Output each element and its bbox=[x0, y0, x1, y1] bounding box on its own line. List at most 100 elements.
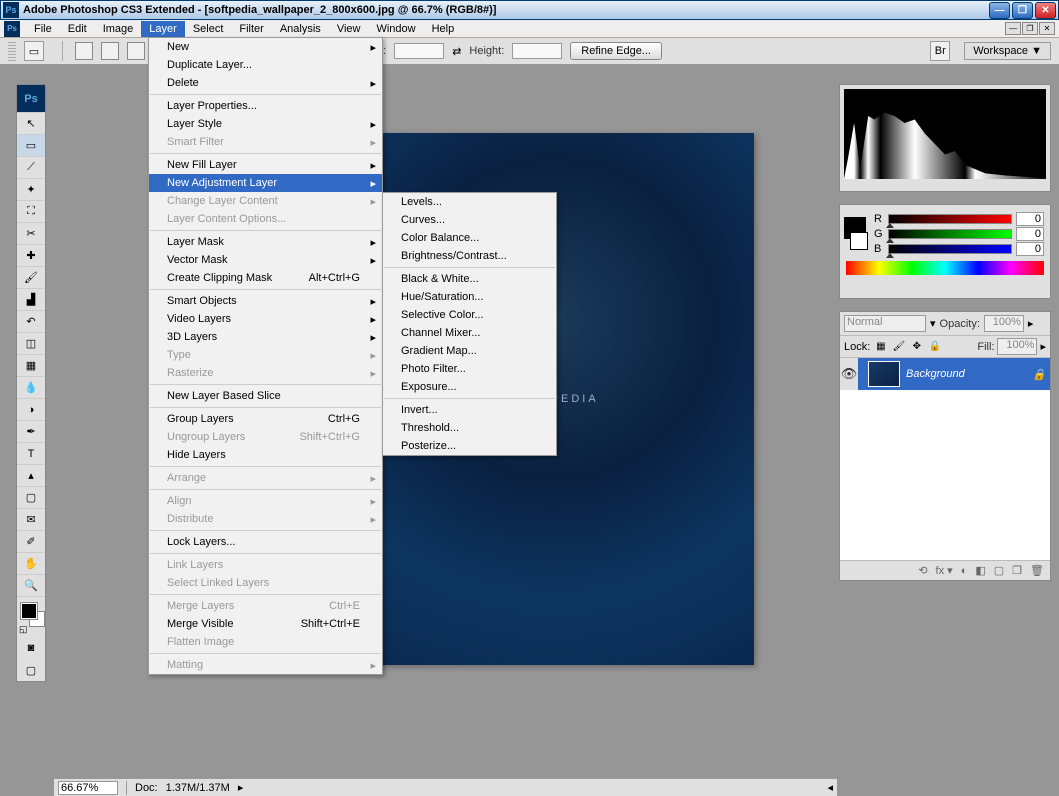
submenuitem-invert-[interactable]: Invert... bbox=[383, 401, 556, 419]
menuitem-layer-style[interactable]: Layer Style▸ bbox=[149, 115, 382, 133]
color-spectrum[interactable] bbox=[846, 261, 1044, 275]
menu-image[interactable]: Image bbox=[95, 21, 142, 37]
menuitem-duplicate-layer-[interactable]: Duplicate Layer... bbox=[149, 56, 382, 74]
menu-edit[interactable]: Edit bbox=[60, 21, 95, 37]
submenuitem-levels-[interactable]: Levels... bbox=[383, 193, 556, 211]
width-input[interactable] bbox=[394, 43, 444, 59]
fill-arrow-icon[interactable]: ▸ bbox=[1040, 340, 1046, 353]
magic-wand-tool[interactable]: ✦ bbox=[17, 179, 45, 201]
add-selection-icon[interactable] bbox=[101, 42, 119, 60]
submenuitem-photo-filter-[interactable]: Photo Filter... bbox=[383, 360, 556, 378]
opacity-arrow-icon[interactable]: ▸ bbox=[1028, 317, 1034, 330]
fill-input[interactable]: 100% bbox=[997, 338, 1037, 355]
zoom-tool[interactable]: 🔍 bbox=[17, 575, 45, 597]
close-button[interactable]: ✕ bbox=[1035, 2, 1056, 19]
submenuitem-threshold-[interactable]: Threshold... bbox=[383, 419, 556, 437]
doc-close[interactable]: ✕ bbox=[1039, 22, 1055, 35]
menuitem--d-layers[interactable]: 3D Layers▸ bbox=[149, 328, 382, 346]
channel-value-g[interactable]: 0 bbox=[1016, 227, 1044, 241]
current-tool-icon[interactable]: ▭ bbox=[24, 41, 44, 61]
expand-icon[interactable]: ▾ bbox=[930, 317, 936, 330]
menuitem-delete[interactable]: Delete▸ bbox=[149, 74, 382, 92]
scroll-left-icon[interactable]: ◂ bbox=[827, 781, 833, 794]
menuitem-layer-mask[interactable]: Layer Mask▸ bbox=[149, 233, 382, 251]
menuitem-lock-layers-[interactable]: Lock Layers... bbox=[149, 533, 382, 551]
height-input[interactable] bbox=[512, 43, 562, 59]
menuitem-merge-visible[interactable]: Merge VisibleShift+Ctrl+E bbox=[149, 615, 382, 633]
move-tool[interactable]: ↖ bbox=[17, 113, 45, 135]
swap-icon[interactable]: ⇄ bbox=[452, 45, 461, 58]
layers-footer-icon-6[interactable]: 🗑 bbox=[1030, 564, 1044, 577]
doc-arrow-icon[interactable]: ▸ bbox=[238, 781, 244, 794]
blur-tool[interactable]: 💧 bbox=[17, 377, 45, 399]
zoom-input[interactable] bbox=[58, 781, 118, 795]
doc-restore[interactable]: ❐ bbox=[1022, 22, 1038, 35]
submenuitem-selective-color-[interactable]: Selective Color... bbox=[383, 306, 556, 324]
slider-track-g[interactable] bbox=[888, 229, 1012, 239]
submenuitem-posterize-[interactable]: Posterize... bbox=[383, 437, 556, 455]
menuitem-group-layers[interactable]: Group LayersCtrl+G bbox=[149, 410, 382, 428]
menu-filter[interactable]: Filter bbox=[231, 21, 271, 37]
channel-value-b[interactable]: 0 bbox=[1016, 242, 1044, 256]
history-brush-tool[interactable]: ↶ bbox=[17, 311, 45, 333]
bridge-icon[interactable]: Br bbox=[930, 41, 950, 61]
layers-footer-icon-1[interactable]: fx ▾ bbox=[936, 564, 953, 577]
gradient-tool[interactable]: ▦ bbox=[17, 355, 45, 377]
lock-transparent-icon[interactable]: ▦ bbox=[873, 339, 888, 354]
lock-image-icon[interactable]: 🖌 bbox=[891, 339, 906, 354]
lasso-tool[interactable]: ⟋ bbox=[17, 157, 45, 179]
menuitem-vector-mask[interactable]: Vector Mask▸ bbox=[149, 251, 382, 269]
slider-track-r[interactable] bbox=[888, 214, 1012, 224]
blend-mode-select[interactable]: Normal bbox=[844, 315, 926, 332]
menuitem-new-layer-based-slice[interactable]: New Layer Based Slice bbox=[149, 387, 382, 405]
menuitem-video-layers[interactable]: Video Layers▸ bbox=[149, 310, 382, 328]
clone-stamp-tool[interactable]: ▟ bbox=[17, 289, 45, 311]
refine-edge-button[interactable]: Refine Edge... bbox=[570, 42, 662, 60]
foreground-color[interactable] bbox=[21, 603, 37, 619]
grip-icon[interactable] bbox=[8, 41, 16, 61]
marquee-tool[interactable]: ▭ bbox=[17, 135, 45, 157]
eraser-tool[interactable]: ◫ bbox=[17, 333, 45, 355]
ps-logo[interactable]: Ps bbox=[17, 85, 45, 113]
submenuitem-color-balance-[interactable]: Color Balance... bbox=[383, 229, 556, 247]
opacity-input[interactable]: 100% bbox=[984, 315, 1024, 332]
pen-tool[interactable]: ✒ bbox=[17, 421, 45, 443]
menu-window[interactable]: Window bbox=[368, 21, 423, 37]
layers-footer-icon-4[interactable]: ▢ bbox=[994, 564, 1004, 577]
menu-layer[interactable]: Layer bbox=[141, 21, 185, 37]
submenuitem-channel-mixer-[interactable]: Channel Mixer... bbox=[383, 324, 556, 342]
eyedropper-tool[interactable]: ✐ bbox=[17, 531, 45, 553]
menuitem-new-adjustment-layer[interactable]: New Adjustment Layer▸ bbox=[149, 174, 382, 192]
warning-icon[interactable]: ⚠ bbox=[1030, 90, 1041, 104]
type-tool[interactable]: T bbox=[17, 443, 45, 465]
layers-footer-icon-0[interactable]: ⟲ bbox=[918, 564, 927, 577]
layers-footer-icon-3[interactable]: ◧ bbox=[975, 564, 985, 577]
workspace-selector[interactable]: Workspace ▼ bbox=[964, 42, 1051, 60]
submenuitem-brightness-contrast-[interactable]: Brightness/Contrast... bbox=[383, 247, 556, 265]
screen-mode-icon[interactable]: ▢ bbox=[17, 659, 45, 681]
minimize-button[interactable]: — bbox=[989, 2, 1010, 19]
submenuitem-hue-saturation-[interactable]: Hue/Saturation... bbox=[383, 288, 556, 306]
menu-view[interactable]: View bbox=[329, 21, 369, 37]
menuitem-create-clipping-mask[interactable]: Create Clipping MaskAlt+Ctrl+G bbox=[149, 269, 382, 287]
layer-row[interactable]: Background 🔒 bbox=[858, 358, 1050, 390]
path-selection-tool[interactable]: ▴ bbox=[17, 465, 45, 487]
submenuitem-exposure-[interactable]: Exposure... bbox=[383, 378, 556, 396]
rectangle-tool[interactable]: ▢ bbox=[17, 487, 45, 509]
submenuitem-black-white-[interactable]: Black & White... bbox=[383, 270, 556, 288]
layer-visibility-icon[interactable]: 👁 bbox=[840, 358, 858, 390]
menuitem-new-fill-layer[interactable]: New Fill Layer▸ bbox=[149, 156, 382, 174]
menuitem-new[interactable]: New▸ bbox=[149, 38, 382, 56]
layers-footer-icon-2[interactable]: ◐ bbox=[961, 565, 968, 577]
color-bg-swatch[interactable] bbox=[850, 232, 868, 250]
reset-colors-icon[interactable]: ◱ bbox=[19, 624, 28, 635]
lock-all-icon[interactable]: 🔒 bbox=[927, 339, 942, 354]
layers-footer-icon-5[interactable]: ❐ bbox=[1012, 564, 1022, 577]
menu-analysis[interactable]: Analysis bbox=[272, 21, 329, 37]
slider-track-b[interactable] bbox=[888, 244, 1012, 254]
slice-tool[interactable]: ✂ bbox=[17, 223, 45, 245]
menu-help[interactable]: Help bbox=[424, 21, 463, 37]
crop-tool[interactable]: ⛶ bbox=[17, 201, 45, 223]
brush-tool[interactable]: 🖌 bbox=[17, 267, 45, 289]
submenuitem-gradient-map-[interactable]: Gradient Map... bbox=[383, 342, 556, 360]
